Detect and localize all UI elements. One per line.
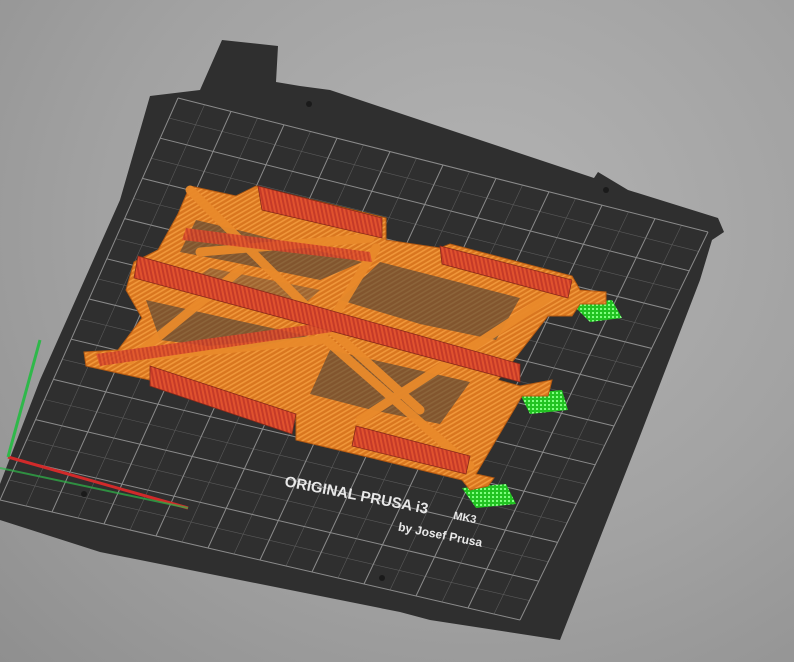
3d-viewport[interactable]: ORIGINAL PRUSA i3 MK3 by Josef Prusa	[0, 0, 794, 662]
scene-canvas[interactable]: ORIGINAL PRUSA i3 MK3 by Josef Prusa	[0, 0, 794, 662]
